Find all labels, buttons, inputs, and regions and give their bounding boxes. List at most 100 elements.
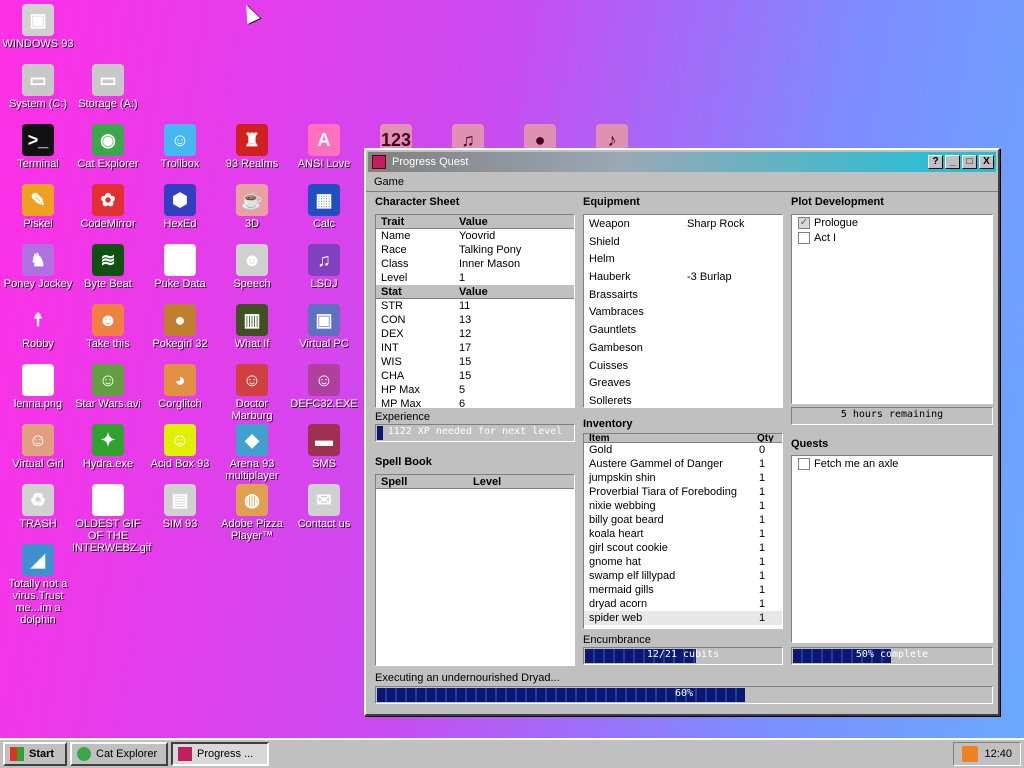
- table-row[interactable]: swamp elf lillypad 1: [584, 569, 782, 583]
- desktop-icon[interactable]: ◉ Cat Explorer: [72, 124, 144, 170]
- desktop-icon[interactable]: ✎ Piskel: [2, 184, 74, 230]
- table-row[interactable]: MP Max 6: [376, 397, 574, 407]
- table-row[interactable]: Vambraces: [584, 304, 782, 322]
- desktop-icon[interactable]: ☺ Trollbox: [144, 124, 216, 170]
- desktop-icon[interactable]: ▥ What If: [216, 304, 288, 350]
- desktop-icon[interactable]: ◢ Totally not a virus.Trust me...im a dol…: [2, 544, 74, 626]
- table-row[interactable]: Greaves: [584, 375, 782, 393]
- desktop-icon[interactable]: ▦ Calc: [288, 184, 360, 230]
- table-row[interactable]: CHA 15: [376, 369, 574, 383]
- desktop-icon[interactable]: ▤ SIM 93: [144, 484, 216, 530]
- table-row[interactable]: Name Yoovrid: [376, 229, 574, 243]
- desktop-icon[interactable]: ☺ Star Wars.avi: [72, 364, 144, 410]
- progress-quest-window[interactable]: Progress Quest ? _ □ X Game Character Sh…: [364, 148, 1000, 716]
- equipment-list[interactable]: Weapon Sharp Rock Shield Helm Hauberk -3 Burl…: [583, 214, 783, 408]
- minimize-button[interactable]: _: [945, 155, 960, 169]
- desktop-icon[interactable]: ✉ Contact us: [288, 484, 360, 530]
- desktop-icon[interactable]: 123: [360, 124, 432, 148]
- start-button[interactable]: Start: [3, 742, 67, 766]
- desktop-icon[interactable]: ◍ Adobe Pizza Player™: [216, 484, 288, 542]
- window-titlebar[interactable]: Progress Quest ? _ □ X: [368, 152, 996, 172]
- checkbox[interactable]: [798, 232, 810, 245]
- checkbox[interactable]: [798, 458, 810, 471]
- table-row[interactable]: CON 13: [376, 313, 574, 327]
- table-row[interactable]: koala heart 1: [584, 527, 782, 541]
- desktop-icon[interactable]: ♫: [432, 124, 504, 148]
- desktop-icon[interactable]: ☨ Robby: [2, 304, 74, 350]
- desktop-icon[interactable]: ✦ lenna.png: [2, 364, 74, 410]
- table-row[interactable]: billy goat beard 1: [584, 513, 782, 527]
- desktop-icon[interactable]: A ANSI Love: [288, 124, 360, 170]
- character-sheet-table[interactable]: Trait Value Name Yoovrid Race Talking Pony Cl…: [375, 214, 575, 408]
- checkbox[interactable]: ✓: [798, 217, 810, 230]
- desktop-icon[interactable]: ▭ System (C:): [2, 64, 74, 110]
- table-row[interactable]: girl scout cookie 1: [584, 541, 782, 555]
- maximize-button[interactable]: □: [962, 155, 977, 169]
- desktop-icon[interactable]: Pd Puke Data: [144, 244, 216, 290]
- desktop-icon[interactable]: ⬢ HexEd: [144, 184, 216, 230]
- rss-icon[interactable]: [962, 746, 979, 762]
- help-button[interactable]: ?: [928, 155, 943, 169]
- checklist-item[interactable]: Fetch me an axle: [792, 458, 992, 473]
- table-row[interactable]: jumpskin shin 1: [584, 471, 782, 485]
- desktop-icon[interactable]: ♻ TRASH: [2, 484, 74, 530]
- menu-game[interactable]: Game: [374, 176, 404, 188]
- table-row[interactable]: Weapon Sharp Rock: [584, 216, 782, 234]
- inventory-table[interactable]: Item Qty Gold 0 Austere Gammel of Danger 1 ju…: [583, 433, 783, 629]
- checklist-item[interactable]: ✓ Prologue: [792, 217, 992, 232]
- desktop-icon[interactable]: ▭ Storage (A:): [72, 64, 144, 110]
- desktop-icon[interactable]: ≋ Byte Beat: [72, 244, 144, 290]
- desktop-icon[interactable]: ▣ WINDOWS 93: [2, 4, 74, 50]
- table-row[interactable]: Austere Gammel of Danger 1: [584, 457, 782, 471]
- desktop-icon[interactable]: ●: [504, 124, 576, 148]
- desktop-icon[interactable]: ◕ Corglitch: [144, 364, 216, 410]
- quests-list[interactable]: Fetch me an axle: [791, 455, 993, 643]
- desktop-icon[interactable]: ✿ CodeMirror: [72, 184, 144, 230]
- desktop-icon[interactable]: ♞ Poney Jockey: [2, 244, 74, 290]
- table-row[interactable]: WIS 15: [376, 355, 574, 369]
- desktop-icon[interactable]: ☻ Take this: [72, 304, 144, 350]
- table-row[interactable]: Level 1: [376, 271, 574, 285]
- table-row[interactable]: Proverbial Tiara of Foreboding 1: [584, 485, 782, 499]
- table-row[interactable]: spider web 1: [584, 611, 782, 625]
- table-row[interactable]: DEX 12: [376, 327, 574, 341]
- table-row[interactable]: gnome hat 1: [584, 555, 782, 569]
- close-button[interactable]: X: [979, 155, 994, 169]
- desktop-icon[interactable]: ♪: [576, 124, 648, 148]
- desktop-icon[interactable]: ☺ Doctor Marburg: [216, 364, 288, 422]
- desktop-icon[interactable]: ● Pokegirl 32: [144, 304, 216, 350]
- spell-book-table[interactable]: Spell Level: [375, 474, 575, 666]
- desktop-icon[interactable]: ☺ DEFC32.EXE: [288, 364, 360, 410]
- table-row[interactable]: Gauntlets: [584, 322, 782, 340]
- table-row[interactable]: mermaid gills 1: [584, 583, 782, 597]
- desktop-icon[interactable]: ♜ 93 Realms: [216, 124, 288, 170]
- table-row[interactable]: Gold 0: [584, 443, 782, 457]
- table-row[interactable]: nixie webbing 1: [584, 499, 782, 513]
- desktop-icon[interactable]: ▣ Virtual PC: [288, 304, 360, 350]
- task-cat-explorer[interactable]: Cat Explorer: [70, 742, 168, 766]
- table-row[interactable]: Helm: [584, 251, 782, 269]
- table-row[interactable]: Shield: [584, 234, 782, 252]
- table-row[interactable]: STR 11: [376, 299, 574, 313]
- plot-list[interactable]: ✓ Prologue Act I: [791, 214, 993, 404]
- table-row[interactable]: HP Max 5: [376, 383, 574, 397]
- checklist-item[interactable]: Act I: [792, 232, 992, 247]
- task-progress-quest[interactable]: Progress ...: [171, 742, 269, 766]
- table-row[interactable]: Hauberk -3 Burlap: [584, 269, 782, 287]
- desktop-icon[interactable]: ☕ 3D: [216, 184, 288, 230]
- desktop-icon[interactable]: >_ Terminal: [2, 124, 74, 170]
- table-row[interactable]: Brassairts: [584, 287, 782, 305]
- desktop-icon[interactable]: ▬ SMS: [288, 424, 360, 470]
- desktop-icon[interactable]: ☺ Virtual Girl: [2, 424, 74, 470]
- table-row[interactable]: Cuisses: [584, 358, 782, 376]
- table-row[interactable]: Sollerets: [584, 393, 782, 407]
- table-row[interactable]: Gambeson: [584, 340, 782, 358]
- table-row[interactable]: INT 17: [376, 341, 574, 355]
- table-row[interactable]: Race Talking Pony: [376, 243, 574, 257]
- desktop-icon[interactable]: ✦ Hydra.exe: [72, 424, 144, 470]
- desktop-icon[interactable]: ♫ LSDJ: [288, 244, 360, 290]
- desktop-icon[interactable]: ☺ Acid Box 93: [144, 424, 216, 470]
- table-row[interactable]: Class Inner Mason: [376, 257, 574, 271]
- desktop-icon[interactable]: ◆ Arena 93 multiplayer: [216, 424, 288, 482]
- desktop-icon[interactable]: ☻ Speech: [216, 244, 288, 290]
